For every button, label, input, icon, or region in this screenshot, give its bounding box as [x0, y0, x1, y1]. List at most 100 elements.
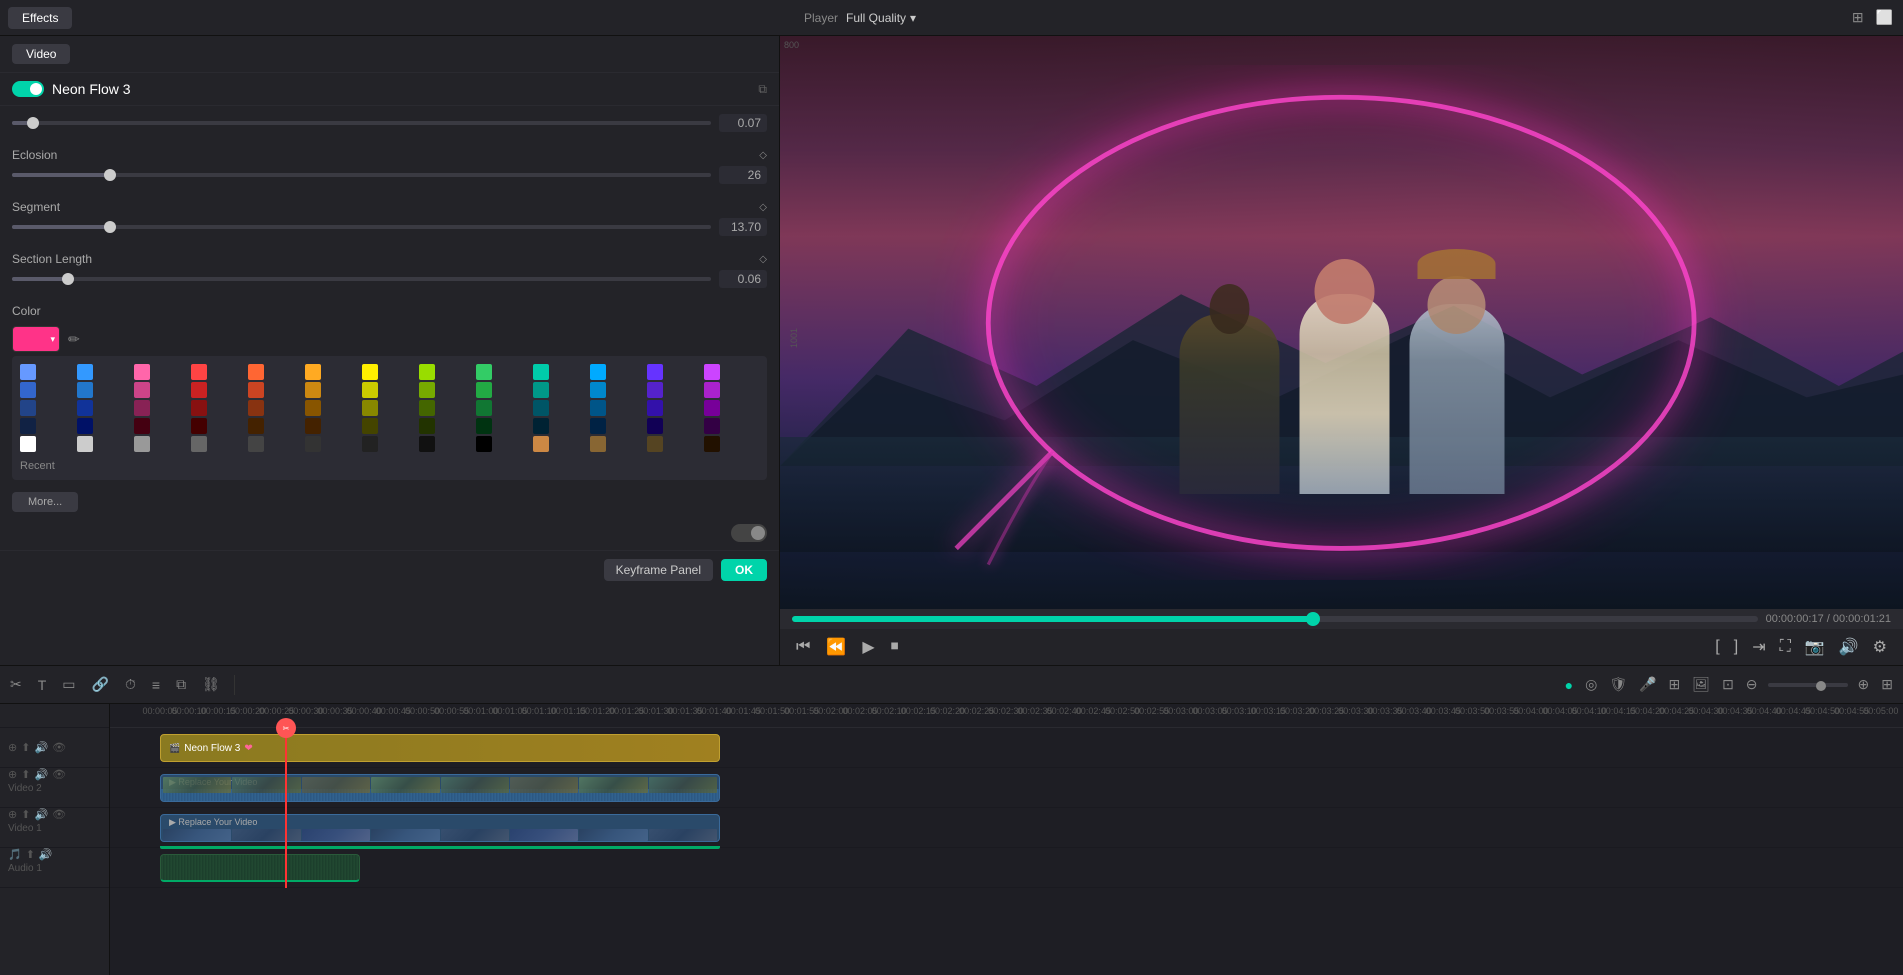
color-cell[interactable] [533, 400, 549, 416]
segment-track[interactable] [12, 225, 711, 229]
color-cell[interactable] [134, 382, 150, 398]
color-cell[interactable] [305, 436, 321, 452]
timeline-crop-tool[interactable]: ▭ [60, 674, 77, 695]
color-cell[interactable] [77, 418, 93, 434]
timeline-zoom-out-btn[interactable]: ⊖ [1744, 674, 1760, 695]
color-cell[interactable] [134, 364, 150, 380]
timeline-cut-tool[interactable]: ✂ [8, 674, 24, 695]
color-swatch-button[interactable]: ▾ [12, 326, 60, 352]
timeline-photo-btn[interactable]: 🖼 [1690, 674, 1712, 695]
timeline-adjust-tool[interactable]: ≡ [150, 675, 162, 695]
mark-out-button[interactable]: ] [1730, 636, 1742, 658]
color-cell[interactable] [20, 418, 36, 434]
color-cell[interactable] [362, 436, 378, 452]
reset-icon[interactable]: ⧉ [758, 82, 767, 97]
track-audio1-icon[interactable]: 🎵 [8, 848, 22, 861]
section-length-track[interactable] [12, 277, 711, 281]
color-cell[interactable] [248, 418, 264, 434]
color-cell[interactable] [419, 418, 435, 434]
color-cell[interactable] [77, 436, 93, 452]
color-cell[interactable] [419, 364, 435, 380]
track-video2-icon[interactable]: ⊕ [8, 768, 17, 781]
effects-tab[interactable]: Effects [8, 7, 72, 29]
timeline-mic-btn[interactable]: 🎤 [1637, 674, 1658, 695]
color-cell[interactable] [77, 364, 93, 380]
color-cell[interactable] [191, 418, 207, 434]
segment-keyframe-icon[interactable]: ◇ [759, 202, 767, 213]
color-cell[interactable] [134, 400, 150, 416]
color-cell[interactable] [77, 382, 93, 398]
track-video1-audio[interactable]: 🔊 [34, 808, 48, 821]
color-cell[interactable] [419, 400, 435, 416]
timeline-copy-tool[interactable]: ⧉ [174, 674, 188, 695]
player-thumb[interactable] [1306, 612, 1320, 626]
track-video1-icon[interactable]: ⊕ [8, 808, 17, 821]
color-cell[interactable] [476, 400, 492, 416]
color-cell[interactable] [362, 382, 378, 398]
color-cell[interactable] [704, 364, 720, 380]
window-icon[interactable]: ⬜ [1874, 7, 1895, 28]
track-video2-audio[interactable]: 🔊 [34, 768, 48, 781]
track-video2-eye[interactable]: 👁 [52, 768, 66, 781]
color-cell[interactable] [419, 382, 435, 398]
stop-button[interactable]: ⏹ [887, 636, 903, 658]
color-cell[interactable] [305, 418, 321, 434]
track-audio1-upload[interactable]: ⬆ [26, 848, 35, 861]
color-cell[interactable] [20, 382, 36, 398]
color-cell[interactable] [305, 364, 321, 380]
color-cell[interactable] [419, 436, 435, 452]
color-cell[interactable] [134, 436, 150, 452]
timeline-timer-tool[interactable]: ⏱ [123, 674, 138, 695]
ok-button[interactable]: OK [721, 559, 767, 581]
video-tab[interactable]: Video [12, 44, 70, 64]
color-cell[interactable] [305, 382, 321, 398]
more-colors-button[interactable]: More... [12, 492, 78, 512]
keyframe-panel-button[interactable]: Keyframe Panel [604, 559, 713, 581]
timeline-layout-btn[interactable]: ⊞ [1879, 674, 1895, 695]
track-effect-icon[interactable]: ⊕ [8, 741, 17, 754]
color-cell[interactable] [476, 364, 492, 380]
color-cell[interactable] [476, 418, 492, 434]
color-cell[interactable] [647, 382, 663, 398]
settings-button[interactable]: ⚙ [1869, 635, 1891, 659]
color-cell[interactable] [647, 400, 663, 416]
color-cell[interactable] [533, 364, 549, 380]
timeline-render-btn[interactable]: ⊡ [1720, 674, 1736, 695]
color-cell[interactable] [248, 436, 264, 452]
timeline-chain-tool[interactable]: ⛓ [200, 674, 222, 695]
color-cell[interactable] [248, 382, 264, 398]
color-cell[interactable] [362, 364, 378, 380]
color-cell[interactable] [647, 436, 663, 452]
color-cell[interactable] [533, 418, 549, 434]
color-cell[interactable] [191, 400, 207, 416]
color-cell[interactable] [77, 400, 93, 416]
video-clip-1[interactable]: ▶ Replace Your Video [160, 814, 720, 842]
color-cell[interactable] [704, 382, 720, 398]
timeline-text-tool[interactable]: T [36, 675, 49, 695]
color-cell[interactable] [704, 418, 720, 434]
timeline-protect-btn[interactable]: 🛡 [1607, 674, 1629, 695]
toggle-mini[interactable] [731, 524, 767, 542]
timeline-grid-btn[interactable]: ⊞ [1667, 674, 1683, 695]
track-audio1-mute[interactable]: 🔊 [39, 848, 53, 861]
track-effect-upload[interactable]: ⬆ [21, 741, 30, 754]
effect-clip[interactable]: 🎬 Neon Flow 3 ❤ [160, 734, 720, 762]
color-cell[interactable] [191, 382, 207, 398]
color-cell[interactable] [647, 364, 663, 380]
mark-in-button[interactable]: [ [1711, 636, 1723, 658]
track-video1-upload[interactable]: ⬆ [21, 808, 30, 821]
eclosion-track[interactable] [12, 173, 711, 177]
color-cell[interactable] [476, 382, 492, 398]
grid-view-icon[interactable]: ⊞ [1850, 7, 1866, 28]
color-cell[interactable] [362, 418, 378, 434]
play-button[interactable]: ▶ [858, 635, 878, 659]
color-cell[interactable] [533, 436, 549, 452]
color-cell[interactable] [590, 400, 606, 416]
color-cell[interactable] [20, 400, 36, 416]
color-cell[interactable] [590, 364, 606, 380]
timeline-zoom-in-btn[interactable]: ⊕ [1856, 674, 1872, 695]
color-cell[interactable] [590, 418, 606, 434]
timeline-link-tool[interactable]: 🔗 [90, 674, 111, 695]
volume-button[interactable]: 🔊 [1835, 635, 1863, 659]
color-cell[interactable] [191, 364, 207, 380]
